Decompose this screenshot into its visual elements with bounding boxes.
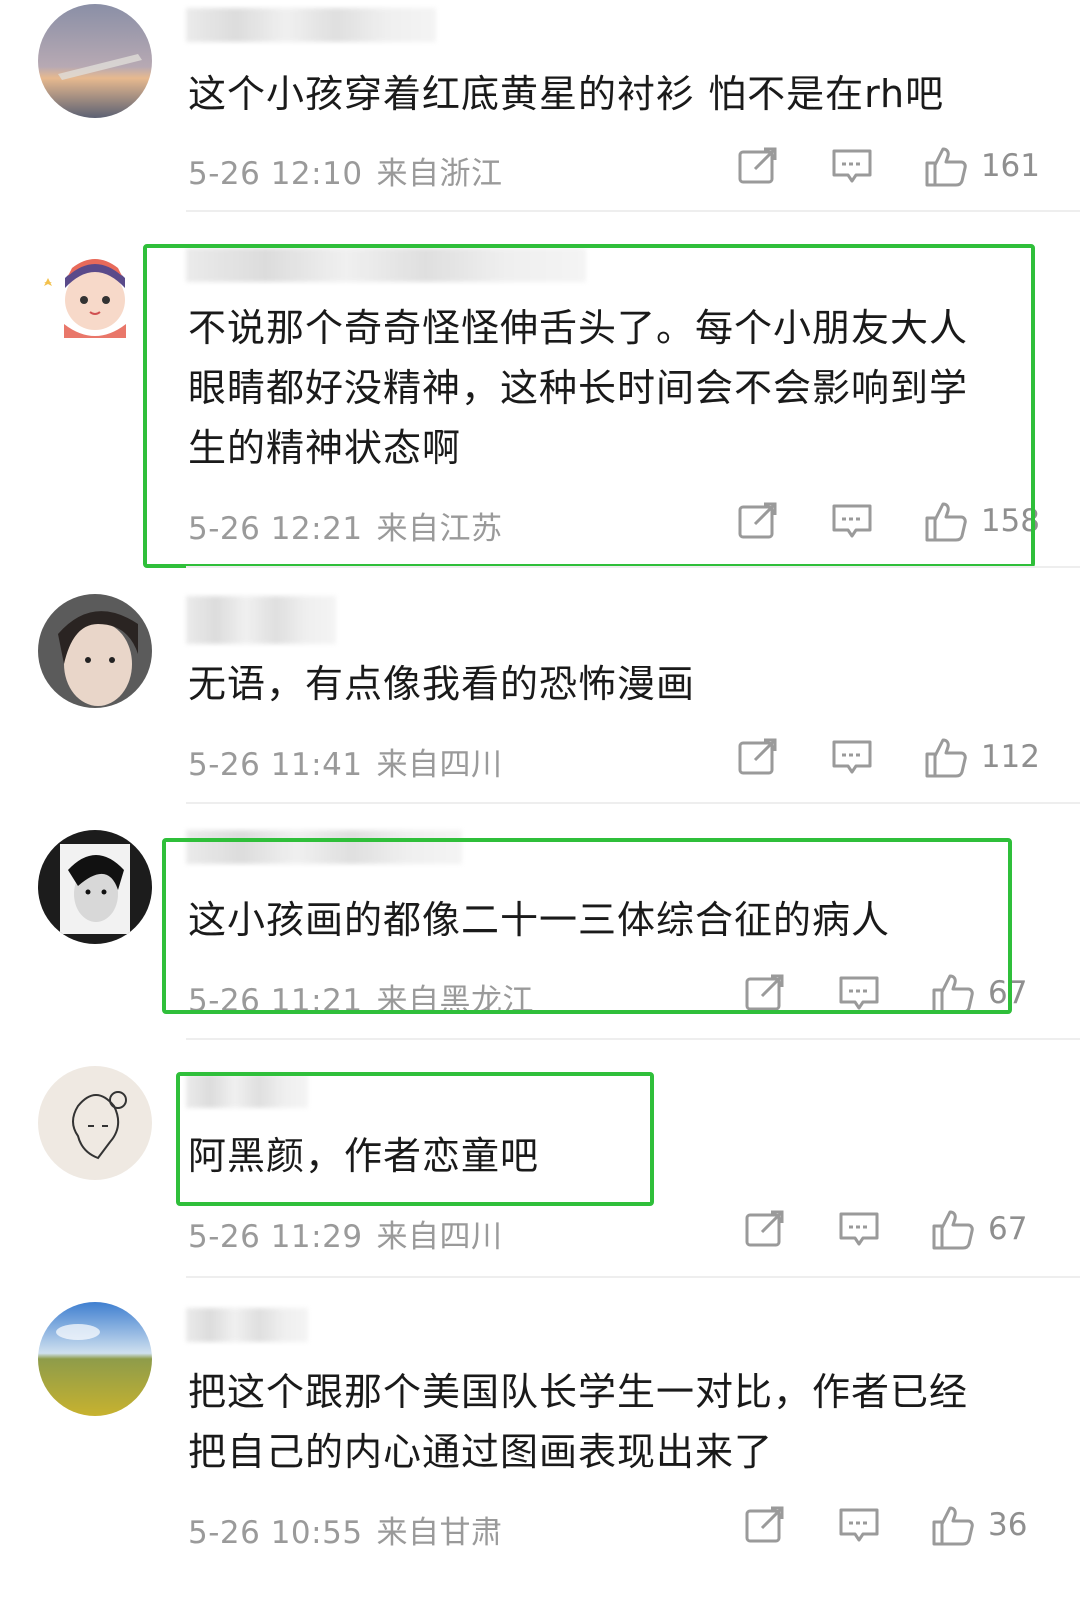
divider: [186, 1038, 1080, 1040]
comment-icon[interactable]: [836, 1502, 882, 1548]
divider: [186, 802, 1080, 804]
comment-text: 无语，有点像我看的恐怖漫画: [188, 662, 696, 706]
like-button[interactable]: 36: [930, 1502, 1040, 1548]
highlight-box: [176, 1072, 654, 1206]
share-icon[interactable]: [735, 734, 781, 780]
comment-icon[interactable]: [829, 143, 875, 189]
comment-location: 来自浙江: [376, 156, 503, 192]
comment-actions: 161: [735, 143, 1040, 189]
like-button[interactable]: 161: [923, 143, 1040, 189]
comment-location: 来自甘肃: [376, 1515, 503, 1551]
like-count: 161: [980, 148, 1040, 184]
comment-location: 来自四川: [376, 1219, 503, 1255]
comment-text: 把这个跟那个美国队长学生一对比，作者已经 把自己的内心通过图画表现出来了: [188, 1370, 969, 1474]
avatar[interactable]: [38, 594, 152, 708]
comment-actions: 112: [735, 734, 1040, 780]
comment-actions: 67: [742, 1206, 1040, 1252]
share-icon[interactable]: [742, 1206, 788, 1252]
comment-meta: 5-26 12:10 来自浙江: [188, 148, 503, 193]
like-button[interactable]: 67: [930, 1206, 1040, 1252]
highlight-box: [162, 838, 1012, 1014]
comment-icon[interactable]: [829, 734, 875, 780]
avatar[interactable]: [38, 1302, 152, 1416]
comment-date: 5-26 10:55: [188, 1515, 363, 1551]
comment-location: 来自四川: [376, 747, 503, 783]
comment-icon[interactable]: [836, 1206, 882, 1252]
thumbs-up-icon[interactable]: [923, 734, 969, 780]
divider: [186, 1276, 1080, 1278]
comment-date: 5-26 11:41: [188, 747, 363, 783]
username-blurred: [186, 1308, 308, 1342]
comment-meta: 5-26 11:29 来自四川: [188, 1211, 503, 1256]
divider: [186, 566, 1080, 568]
share-icon[interactable]: [735, 143, 781, 189]
comment-actions: 36: [742, 1502, 1040, 1548]
thumbs-up-icon[interactable]: [930, 1206, 976, 1252]
username-blurred: [186, 8, 436, 42]
like-button[interactable]: 112: [923, 734, 1040, 780]
share-icon[interactable]: [742, 1502, 788, 1548]
like-count: 36: [988, 1507, 1028, 1543]
comment-meta: 5-26 11:41 来自四川: [188, 739, 503, 784]
thumbs-up-icon[interactable]: [930, 1502, 976, 1548]
comment-meta: 5-26 10:55 来自甘肃: [188, 1507, 503, 1552]
avatar[interactable]: [38, 830, 152, 944]
thumbs-up-icon[interactable]: [923, 143, 969, 189]
comment-text: 这个小孩穿着红底黄星的衬衫 怕不是在rh吧: [188, 72, 945, 116]
comment-date: 5-26 11:29: [188, 1219, 363, 1255]
avatar[interactable]: [38, 1066, 152, 1180]
like-count: 67: [988, 1211, 1028, 1247]
divider: [186, 210, 1080, 212]
comment-date: 5-26 12:10: [188, 156, 363, 192]
username-blurred: [186, 596, 336, 644]
highlight-box: [143, 244, 1035, 568]
like-count: 112: [980, 739, 1040, 775]
avatar[interactable]: [38, 238, 152, 352]
avatar[interactable]: [38, 4, 152, 118]
